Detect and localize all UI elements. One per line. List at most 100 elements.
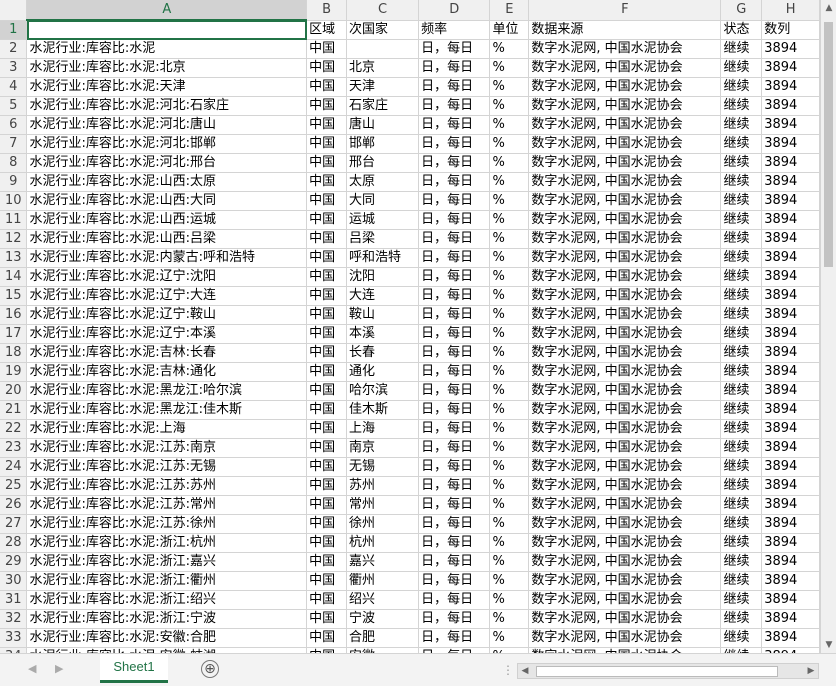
- cell-e[interactable]: %: [489, 324, 530, 344]
- cell-a[interactable]: 水泥行业:库容比:水泥: [26, 39, 308, 59]
- cell-g[interactable]: 继续: [720, 172, 763, 192]
- column-header-a[interactable]: A: [26, 0, 308, 21]
- cell-b[interactable]: 中国: [306, 362, 347, 382]
- cell-h[interactable]: 3894: [761, 134, 820, 154]
- cell-f[interactable]: 数字水泥网, 中国水泥协会: [528, 286, 722, 306]
- row-header[interactable]: 12: [0, 229, 28, 249]
- cell-f[interactable]: 数字水泥网, 中国水泥协会: [528, 267, 722, 287]
- cell-g[interactable]: 继续: [720, 571, 763, 591]
- cell-d[interactable]: 日，每日: [418, 495, 491, 515]
- cell-c[interactable]: 沈阳: [346, 267, 420, 287]
- cell-a[interactable]: 水泥行业:库容比:水泥:上海: [26, 419, 308, 439]
- cell-a[interactable]: 水泥行业:库容比:水泥:江苏:无锡: [26, 457, 308, 477]
- cell-d[interactable]: 日，每日: [418, 210, 491, 230]
- row-header[interactable]: 8: [0, 153, 28, 173]
- row-header[interactable]: 20: [0, 381, 28, 401]
- cell-f[interactable]: 数字水泥网, 中国水泥协会: [528, 96, 722, 116]
- cell-f[interactable]: 数字水泥网, 中国水泥协会: [528, 381, 722, 401]
- row-header[interactable]: 10: [0, 191, 28, 211]
- horizontal-scroll-thumb[interactable]: [536, 666, 778, 677]
- row-header[interactable]: 2: [0, 39, 28, 59]
- cell-b[interactable]: 中国: [306, 628, 347, 648]
- cell-c[interactable]: 吕梁: [346, 229, 420, 249]
- tab-splitter-icon[interactable]: ⋮: [502, 662, 514, 678]
- cell-d[interactable]: 日，每日: [418, 286, 491, 306]
- cell-d[interactable]: 日，每日: [418, 229, 491, 249]
- cell-c[interactable]: 绍兴: [346, 590, 420, 610]
- cell-d[interactable]: 日，每日: [418, 115, 491, 135]
- cell-g[interactable]: 继续: [720, 58, 763, 78]
- cell-g[interactable]: 继续: [720, 134, 763, 154]
- cell-h[interactable]: 3894: [761, 248, 820, 268]
- cell-c[interactable]: 嘉兴: [346, 552, 420, 572]
- cell-b[interactable]: 中国: [306, 115, 347, 135]
- cell-h[interactable]: 3894: [761, 400, 820, 420]
- cell-b[interactable]: 中国: [306, 286, 347, 306]
- cell-d[interactable]: 日，每日: [418, 457, 491, 477]
- row-header[interactable]: 18: [0, 343, 28, 363]
- cell-g[interactable]: 继续: [720, 609, 763, 629]
- cell-a[interactable]: 水泥行业:库容比:水泥:山西:吕梁: [26, 229, 308, 249]
- cell-b[interactable]: 中国: [306, 77, 347, 97]
- cell-g[interactable]: 继续: [720, 324, 763, 344]
- cell-a[interactable]: 水泥行业:库容比:水泥:安徽:合肥: [26, 628, 308, 648]
- cell-f[interactable]: 数字水泥网, 中国水泥协会: [528, 533, 722, 553]
- cell-d[interactable]: 日，每日: [418, 609, 491, 629]
- cell-e[interactable]: %: [489, 571, 530, 591]
- cell-d[interactable]: 日，每日: [418, 438, 491, 458]
- cell-h[interactable]: 3894: [761, 77, 820, 97]
- cell-f[interactable]: 数字水泥网, 中国水泥协会: [528, 552, 722, 572]
- cell-d[interactable]: 日，每日: [418, 571, 491, 591]
- select-all-corner[interactable]: [0, 0, 28, 21]
- column-header-b[interactable]: B: [306, 0, 347, 21]
- cell-b[interactable]: 中国: [306, 39, 347, 59]
- cell-e[interactable]: %: [489, 96, 530, 116]
- cell-a[interactable]: 水泥行业:库容比:水泥:浙江:衢州: [26, 571, 308, 591]
- cell-d[interactable]: 日，每日: [418, 153, 491, 173]
- cell-h[interactable]: 3894: [761, 457, 820, 477]
- cell-b[interactable]: 中国: [306, 58, 347, 78]
- cell-b[interactable]: 中国: [306, 571, 347, 591]
- cell-d[interactable]: 日，每日: [418, 552, 491, 572]
- cell-g[interactable]: 继续: [720, 533, 763, 553]
- cell-c[interactable]: 杭州: [346, 533, 420, 553]
- cell-f[interactable]: 数字水泥网, 中国水泥协会: [528, 419, 722, 439]
- cell-h[interactable]: 3894: [761, 343, 820, 363]
- cell-c[interactable]: 北京: [346, 58, 420, 78]
- cell-h[interactable]: 3894: [761, 476, 820, 496]
- cell-e[interactable]: %: [489, 134, 530, 154]
- cell-d[interactable]: 日，每日: [418, 248, 491, 268]
- cell-h[interactable]: 3894: [761, 571, 820, 591]
- cell-f[interactable]: 数字水泥网, 中国水泥协会: [528, 172, 722, 192]
- cell-c1[interactable]: 次国家: [346, 20, 420, 40]
- cell-a[interactable]: 水泥行业:库容比:水泥:辽宁:大连: [26, 286, 308, 306]
- cell-b[interactable]: 中国: [306, 438, 347, 458]
- cell-e[interactable]: %: [489, 229, 530, 249]
- cell-e[interactable]: %: [489, 39, 530, 59]
- cell-g[interactable]: 继续: [720, 153, 763, 173]
- cell-b[interactable]: 中国: [306, 343, 347, 363]
- cell-c[interactable]: 鞍山: [346, 305, 420, 325]
- cell-g[interactable]: 继续: [720, 381, 763, 401]
- cell-f[interactable]: 数字水泥网, 中国水泥协会: [528, 590, 722, 610]
- cell-g[interactable]: 继续: [720, 495, 763, 515]
- cell-d[interactable]: 日，每日: [418, 39, 491, 59]
- cell-e[interactable]: %: [489, 58, 530, 78]
- cell-c[interactable]: [346, 39, 420, 59]
- row-header[interactable]: 30: [0, 571, 28, 591]
- cell-e[interactable]: %: [489, 305, 530, 325]
- row-header[interactable]: 3: [0, 58, 28, 78]
- cell-g[interactable]: 继续: [720, 305, 763, 325]
- cell-d[interactable]: 日，每日: [418, 172, 491, 192]
- cell-a[interactable]: 水泥行业:库容比:水泥:江苏:南京: [26, 438, 308, 458]
- cell-b[interactable]: 中国: [306, 609, 347, 629]
- cell-b[interactable]: 中国: [306, 267, 347, 287]
- cell-e[interactable]: %: [489, 172, 530, 192]
- cell-g[interactable]: 继续: [720, 590, 763, 610]
- cell-f[interactable]: 数字水泥网, 中国水泥协会: [528, 134, 722, 154]
- cell-e[interactable]: %: [489, 191, 530, 211]
- cell-e[interactable]: %: [489, 343, 530, 363]
- cell-c[interactable]: 衢州: [346, 571, 420, 591]
- cell-a[interactable]: 水泥行业:库容比:水泥:河北:邢台: [26, 153, 308, 173]
- cell-e[interactable]: %: [489, 286, 530, 306]
